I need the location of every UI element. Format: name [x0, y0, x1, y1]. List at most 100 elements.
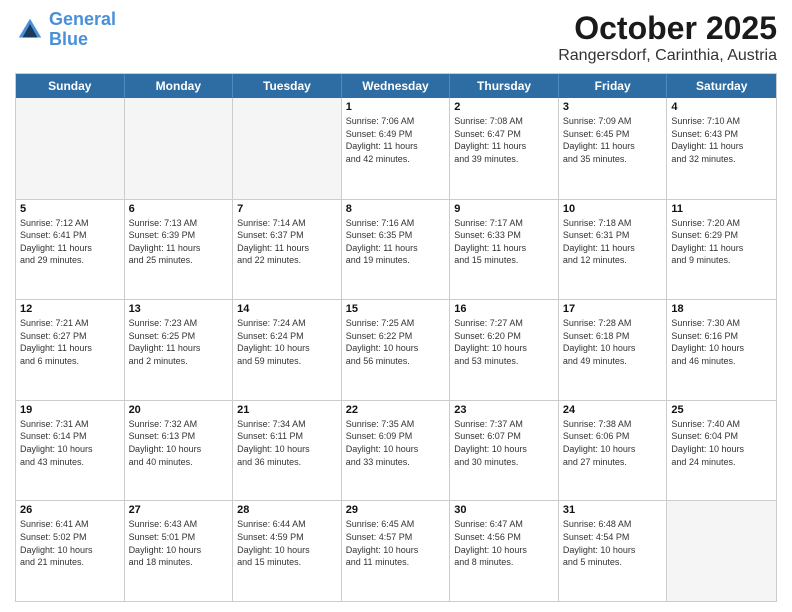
- day-info: Sunrise: 7:06 AM Sunset: 6:49 PM Dayligh…: [346, 115, 446, 165]
- day-info: Sunrise: 7:14 AM Sunset: 6:37 PM Dayligh…: [237, 217, 337, 267]
- day-info: Sunrise: 6:43 AM Sunset: 5:01 PM Dayligh…: [129, 518, 229, 568]
- title-block: October 2025 Rangersdorf, Carinthia, Aus…: [558, 10, 777, 65]
- calendar-cell: 26 Sunrise: 6:41 AM Sunset: 5:02 PM Dayli…: [16, 501, 125, 601]
- calendar-cell: 14Sunrise: 7:24 AM Sunset: 6:24 PM Dayli…: [233, 300, 342, 400]
- day-number: 20: [129, 404, 229, 416]
- calendar-cell: 8 Sunrise: 7:16 AM Sunset: 6:35 PM Daylig…: [342, 200, 451, 300]
- day-info: Sunrise: 7:21 AM Sunset: 6:27 PM Dayligh…: [20, 317, 120, 367]
- day-number: 28: [237, 504, 337, 516]
- calendar-cell: 12 Sunrise: 7:21 AM Sunset: 6:27 PM Dayli…: [16, 300, 125, 400]
- day-number: 24: [563, 404, 663, 416]
- day-info: Sunrise: 7:28 AM Sunset: 6:18 PM Dayligh…: [563, 317, 663, 367]
- calendar-cell: 30 Sunrise: 6:47 AM Sunset: 4:56 PM Dayli…: [450, 501, 559, 601]
- calendar-cell: 31 Sunrise: 6:48 AM Sunset: 4:54 PM Dayli…: [559, 501, 668, 601]
- day-info: Sunrise: 7:13 AM Sunset: 6:39 PM Dayligh…: [129, 217, 229, 267]
- calendar-cell: [233, 98, 342, 199]
- day-number: 3: [563, 101, 663, 113]
- logo: General Blue: [15, 10, 116, 50]
- calendar-cell: [125, 98, 234, 199]
- day-info: Sunrise: 6:47 AM Sunset: 4:56 PM Dayligh…: [454, 518, 554, 568]
- day-number: 10: [563, 203, 663, 215]
- day-info: Sunrise: 6:44 AM Sunset: 4:59 PM Dayligh…: [237, 518, 337, 568]
- day-info: Sunrise: 7:37 AM Sunset: 6:07 PM Dayligh…: [454, 418, 554, 468]
- calendar-cell: 6 Sunrise: 7:13 AM Sunset: 6:39 PM Daylig…: [125, 200, 234, 300]
- day-number: 21: [237, 404, 337, 416]
- location-title: Rangersdorf, Carinthia, Austria: [558, 47, 777, 65]
- calendar-cell: 1 Sunrise: 7:06 AM Sunset: 6:49 PM Daylig…: [342, 98, 451, 199]
- day-info: Sunrise: 6:48 AM Sunset: 4:54 PM Dayligh…: [563, 518, 663, 568]
- day-number: 29: [346, 504, 446, 516]
- calendar-cell: 25 Sunrise: 7:40 AM Sunset: 6:04 PM Dayli…: [667, 401, 776, 501]
- day-info: Sunrise: 7:38 AM Sunset: 6:06 PM Dayligh…: [563, 418, 663, 468]
- calendar-cell: 4 Sunrise: 7:10 AM Sunset: 6:43 PM Daylig…: [667, 98, 776, 199]
- day-info: Sunrise: 7:34 AM Sunset: 6:11 PM Dayligh…: [237, 418, 337, 468]
- calendar-row-0: 1 Sunrise: 7:06 AM Sunset: 6:49 PM Daylig…: [16, 98, 776, 199]
- calendar-header: SundayMondayTuesdayWednesdayThursdayFrid…: [16, 74, 776, 98]
- day-info: Sunrise: 7:24 AM Sunset: 6:24 PM Dayligh…: [237, 317, 337, 367]
- calendar-cell: 29Sunrise: 6:45 AM Sunset: 4:57 PM Dayli…: [342, 501, 451, 601]
- calendar-cell: 22Sunrise: 7:35 AM Sunset: 6:09 PM Dayli…: [342, 401, 451, 501]
- day-info: Sunrise: 7:12 AM Sunset: 6:41 PM Dayligh…: [20, 217, 120, 267]
- day-number: 26: [20, 504, 120, 516]
- calendar-cell: 28 Sunrise: 6:44 AM Sunset: 4:59 PM Dayli…: [233, 501, 342, 601]
- day-number: 16: [454, 303, 554, 315]
- day-info: Sunrise: 7:10 AM Sunset: 6:43 PM Dayligh…: [671, 115, 772, 165]
- weekday-header-tuesday: Tuesday: [233, 74, 342, 98]
- day-number: 11: [671, 203, 772, 215]
- day-info: Sunrise: 7:18 AM Sunset: 6:31 PM Dayligh…: [563, 217, 663, 267]
- calendar-cell: [667, 501, 776, 601]
- weekday-header-friday: Friday: [559, 74, 668, 98]
- day-info: Sunrise: 7:17 AM Sunset: 6:33 PM Dayligh…: [454, 217, 554, 267]
- calendar-cell: 3 Sunrise: 7:09 AM Sunset: 6:45 PM Daylig…: [559, 98, 668, 199]
- calendar-cell: 13 Sunrise: 7:23 AM Sunset: 6:25 PM Dayli…: [125, 300, 234, 400]
- day-info: Sunrise: 7:30 AM Sunset: 6:16 PM Dayligh…: [671, 317, 772, 367]
- calendar-cell: 11Sunrise: 7:20 AM Sunset: 6:29 PM Dayli…: [667, 200, 776, 300]
- day-number: 4: [671, 101, 772, 113]
- day-number: 12: [20, 303, 120, 315]
- day-info: Sunrise: 7:08 AM Sunset: 6:47 PM Dayligh…: [454, 115, 554, 165]
- day-info: Sunrise: 7:31 AM Sunset: 6:14 PM Dayligh…: [20, 418, 120, 468]
- day-number: 17: [563, 303, 663, 315]
- calendar-cell: 19Sunrise: 7:31 AM Sunset: 6:14 PM Dayli…: [16, 401, 125, 501]
- calendar-cell: 21 Sunrise: 7:34 AM Sunset: 6:11 PM Dayli…: [233, 401, 342, 501]
- logo-text: General Blue: [49, 10, 116, 50]
- weekday-header-sunday: Sunday: [16, 74, 125, 98]
- calendar-row-4: 26 Sunrise: 6:41 AM Sunset: 5:02 PM Dayli…: [16, 500, 776, 601]
- day-info: Sunrise: 7:23 AM Sunset: 6:25 PM Dayligh…: [129, 317, 229, 367]
- day-number: 18: [671, 303, 772, 315]
- day-number: 9: [454, 203, 554, 215]
- day-number: 15: [346, 303, 446, 315]
- calendar-cell: 27 Sunrise: 6:43 AM Sunset: 5:01 PM Dayli…: [125, 501, 234, 601]
- day-number: 30: [454, 504, 554, 516]
- weekday-header-wednesday: Wednesday: [342, 74, 451, 98]
- day-info: Sunrise: 7:25 AM Sunset: 6:22 PM Dayligh…: [346, 317, 446, 367]
- day-number: 8: [346, 203, 446, 215]
- day-number: 2: [454, 101, 554, 113]
- day-info: Sunrise: 6:41 AM Sunset: 5:02 PM Dayligh…: [20, 518, 120, 568]
- calendar-cell: 20 Sunrise: 7:32 AM Sunset: 6:13 PM Dayli…: [125, 401, 234, 501]
- day-info: Sunrise: 7:09 AM Sunset: 6:45 PM Dayligh…: [563, 115, 663, 165]
- logo-line1: General: [49, 9, 116, 29]
- day-info: Sunrise: 7:16 AM Sunset: 6:35 PM Dayligh…: [346, 217, 446, 267]
- day-number: 31: [563, 504, 663, 516]
- calendar-row-2: 12 Sunrise: 7:21 AM Sunset: 6:27 PM Dayli…: [16, 299, 776, 400]
- day-number: 1: [346, 101, 446, 113]
- day-info: Sunrise: 7:40 AM Sunset: 6:04 PM Dayligh…: [671, 418, 772, 468]
- calendar-cell: 16 Sunrise: 7:27 AM Sunset: 6:20 PM Dayli…: [450, 300, 559, 400]
- calendar-cell: 18 Sunrise: 7:30 AM Sunset: 6:16 PM Dayli…: [667, 300, 776, 400]
- day-number: 6: [129, 203, 229, 215]
- day-info: Sunrise: 7:27 AM Sunset: 6:20 PM Dayligh…: [454, 317, 554, 367]
- logo-line2: Blue: [49, 29, 88, 49]
- day-info: Sunrise: 7:32 AM Sunset: 6:13 PM Dayligh…: [129, 418, 229, 468]
- day-number: 25: [671, 404, 772, 416]
- page: General Blue October 2025 Rangersdorf, C…: [0, 0, 792, 612]
- calendar: SundayMondayTuesdayWednesdayThursdayFrid…: [15, 73, 777, 602]
- calendar-body: 1 Sunrise: 7:06 AM Sunset: 6:49 PM Daylig…: [16, 98, 776, 601]
- calendar-row-1: 5Sunrise: 7:12 AM Sunset: 6:41 PM Daylig…: [16, 199, 776, 300]
- calendar-cell: 24 Sunrise: 7:38 AM Sunset: 6:06 PM Dayli…: [559, 401, 668, 501]
- header: General Blue October 2025 Rangersdorf, C…: [15, 10, 777, 65]
- calendar-cell: 23Sunrise: 7:37 AM Sunset: 6:07 PM Dayli…: [450, 401, 559, 501]
- day-number: 27: [129, 504, 229, 516]
- month-title: October 2025: [558, 10, 777, 47]
- day-number: 13: [129, 303, 229, 315]
